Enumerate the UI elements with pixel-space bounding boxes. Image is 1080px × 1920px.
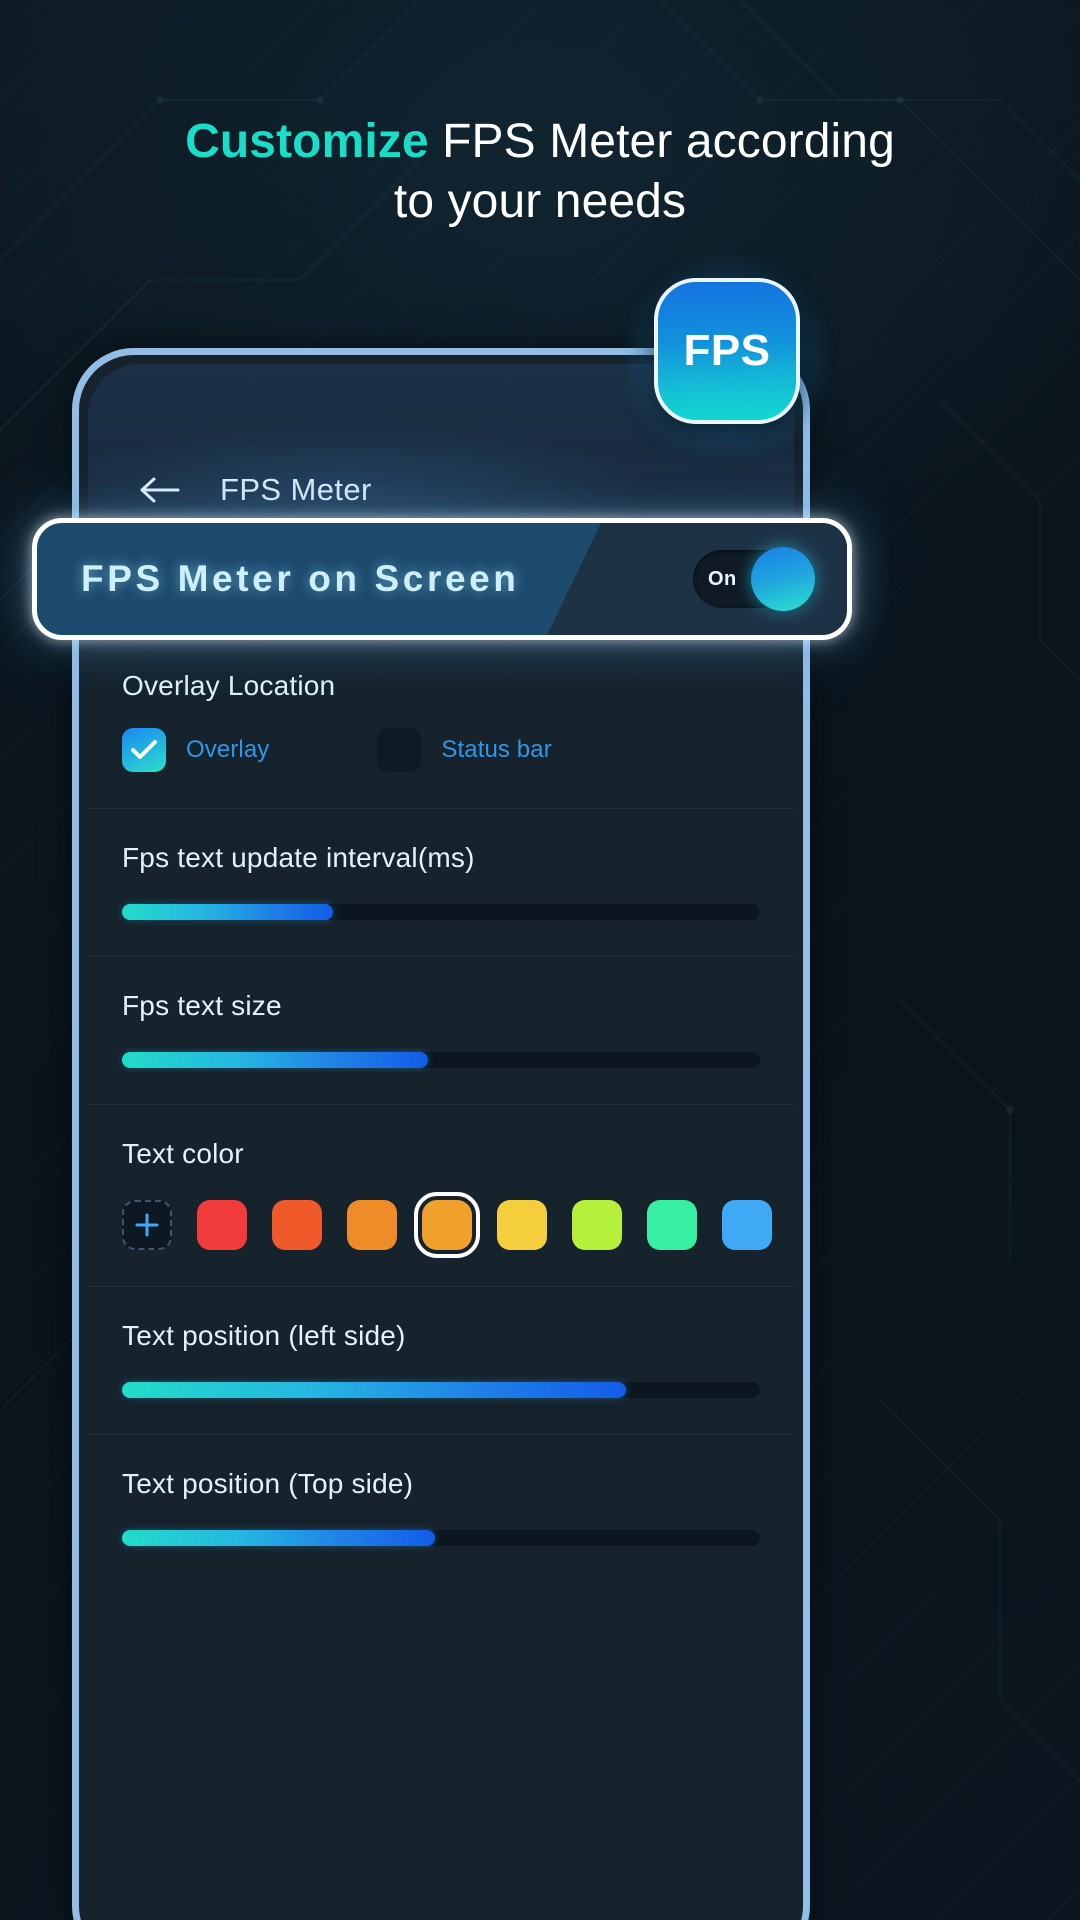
overlay-location-options: Overlay Status bar <box>122 728 760 772</box>
color-swatch[interactable] <box>272 1200 322 1250</box>
toggle-state-label: On <box>708 567 737 590</box>
settings-row-text-position-left: Text position (left side) <box>88 1286 794 1434</box>
settings-row-text-color: Text color <box>88 1104 794 1286</box>
page-headline: Customize FPS Meter according to your ne… <box>0 112 1080 233</box>
slider-fill <box>122 1052 429 1068</box>
settings-row-fps-text-size: Fps text size <box>88 956 794 1104</box>
fps-text-size-label: Fps text size <box>122 990 282 1021</box>
fps-app-icon-tile[interactable]: FPS <box>654 278 800 424</box>
add-color-button[interactable] <box>122 1200 172 1250</box>
overlay-location-label: Overlay Location <box>122 670 336 701</box>
checkbox-overlay[interactable] <box>122 728 166 772</box>
arrow-left-icon[interactable] <box>136 470 184 510</box>
color-swatch[interactable] <box>647 1200 697 1250</box>
settings-row-text-position-top: Text position (Top side) <box>88 1434 794 1582</box>
fps-meter-on-screen-card[interactable]: FPS Meter on Screen On <box>32 518 852 640</box>
plus-icon <box>135 1213 159 1237</box>
slider-fps-update-interval[interactable] <box>122 904 760 920</box>
text-position-top-label: Text position (Top side) <box>122 1468 414 1499</box>
color-swatch[interactable] <box>572 1200 622 1250</box>
fps-meter-on-screen-title: FPS Meter on Screen <box>81 558 520 599</box>
settings-list: Overlay Location Overlay Status bar Fps … <box>88 540 794 1582</box>
check-icon <box>131 740 157 759</box>
slider-fps-text-size[interactable] <box>122 1052 760 1068</box>
checkbox-status-bar[interactable] <box>377 728 422 772</box>
slider-fill <box>122 904 333 920</box>
checkbox-label-status-bar: Status bar <box>441 736 552 763</box>
color-swatch[interactable] <box>347 1200 397 1250</box>
fps-app-icon[interactable]: FPS <box>628 252 826 450</box>
headline-accent-word: Customize <box>185 115 429 168</box>
checkbox-item-overlay[interactable]: Overlay <box>122 728 269 772</box>
color-swatch-row <box>122 1192 772 1258</box>
slider-text-position-top[interactable] <box>122 1530 760 1546</box>
checkbox-item-status-bar[interactable]: Status bar <box>377 728 552 772</box>
checkbox-label-overlay: Overlay <box>186 736 270 763</box>
settings-row-fps-update-interval: Fps text update interval(ms) <box>88 808 794 956</box>
color-swatch[interactable] <box>722 1200 772 1250</box>
toggle-knob[interactable] <box>751 547 815 611</box>
app-bar-title: FPS Meter <box>220 472 372 507</box>
text-position-left-label: Text position (left side) <box>122 1320 406 1351</box>
settings-row-overlay-location: Overlay Location Overlay Status bar <box>88 636 794 808</box>
fps-app-icon-label: FPS <box>683 326 771 375</box>
slider-text-position-left[interactable] <box>122 1382 760 1398</box>
slider-fill <box>122 1382 627 1398</box>
slider-fill <box>122 1530 435 1546</box>
headline-line-2: to your needs <box>393 175 687 229</box>
headline-rest: FPS Meter according <box>428 115 895 168</box>
fps-update-interval-label: Fps text update interval(ms) <box>122 842 475 873</box>
fps-meter-toggle[interactable]: On <box>693 547 815 611</box>
color-swatch[interactable] <box>197 1200 247 1250</box>
color-swatch[interactable] <box>414 1192 480 1258</box>
text-color-label: Text color <box>122 1138 244 1169</box>
color-swatch[interactable] <box>497 1200 547 1250</box>
